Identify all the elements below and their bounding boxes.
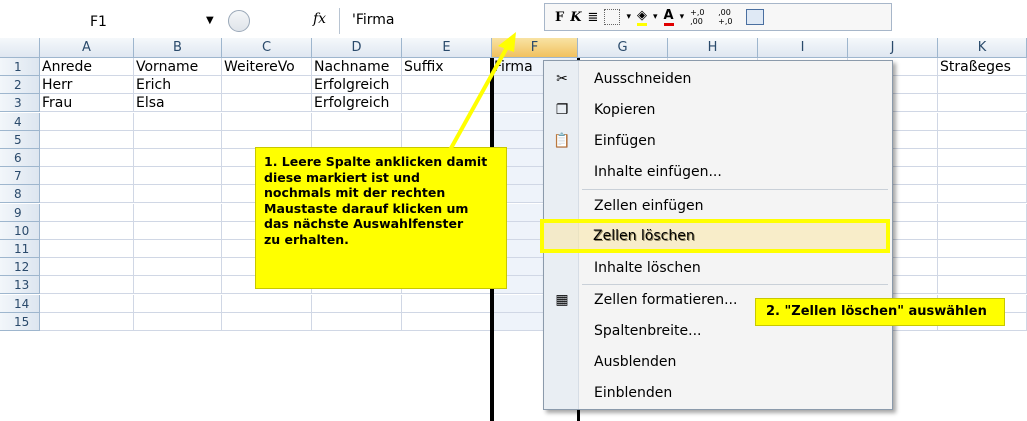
menu-item-paste-special[interactable]: Inhalte einfügen...	[544, 157, 892, 187]
menu-item-clear-contents[interactable]: Inhalte löschen	[544, 253, 892, 283]
menu-item-hide[interactable]: Ausblenden	[544, 347, 892, 377]
menu-item-label: Inhalte einfügen...	[594, 164, 722, 180]
arrowhead-icon	[498, 32, 516, 52]
menu-item-label: Einfügen	[594, 133, 656, 149]
menu-item-insert-cells[interactable]: Zellen einfügen	[544, 191, 892, 221]
menu-item-label: Ausschneiden	[594, 71, 692, 87]
annotation-callout-2: 2. "Zellen löschen" auswählen	[755, 298, 1005, 326]
menu-item-copy[interactable]: ❐ Kopieren	[544, 95, 892, 125]
menu-item-label: Zellen einfügen	[594, 198, 704, 214]
scissors-icon: ✂	[556, 71, 568, 87]
menu-separator	[582, 189, 888, 190]
menu-item-label: Inhalte löschen	[594, 260, 701, 276]
menu-item-label: Zellen formatieren...	[594, 292, 738, 308]
paste-icon: 📋	[553, 133, 571, 149]
arrow-to-column-f	[448, 41, 512, 151]
menu-item-cut[interactable]: ✂ Ausschneiden	[544, 64, 892, 94]
menu-item-label: Kopieren	[594, 102, 656, 118]
menu-item-label: Einblenden	[594, 385, 673, 401]
copy-icon: ❐	[555, 102, 569, 118]
menu-item-label: Ausblenden	[594, 354, 677, 370]
menu-item-label: Spaltenbreite...	[594, 323, 702, 339]
menu-item-paste[interactable]: 📋 Einfügen	[544, 126, 892, 156]
format-cells-icon: ▦	[555, 292, 569, 308]
menu-item-unhide[interactable]: Einblenden	[544, 378, 892, 408]
highlighted-item-label: Zellen löschen	[593, 228, 695, 244]
